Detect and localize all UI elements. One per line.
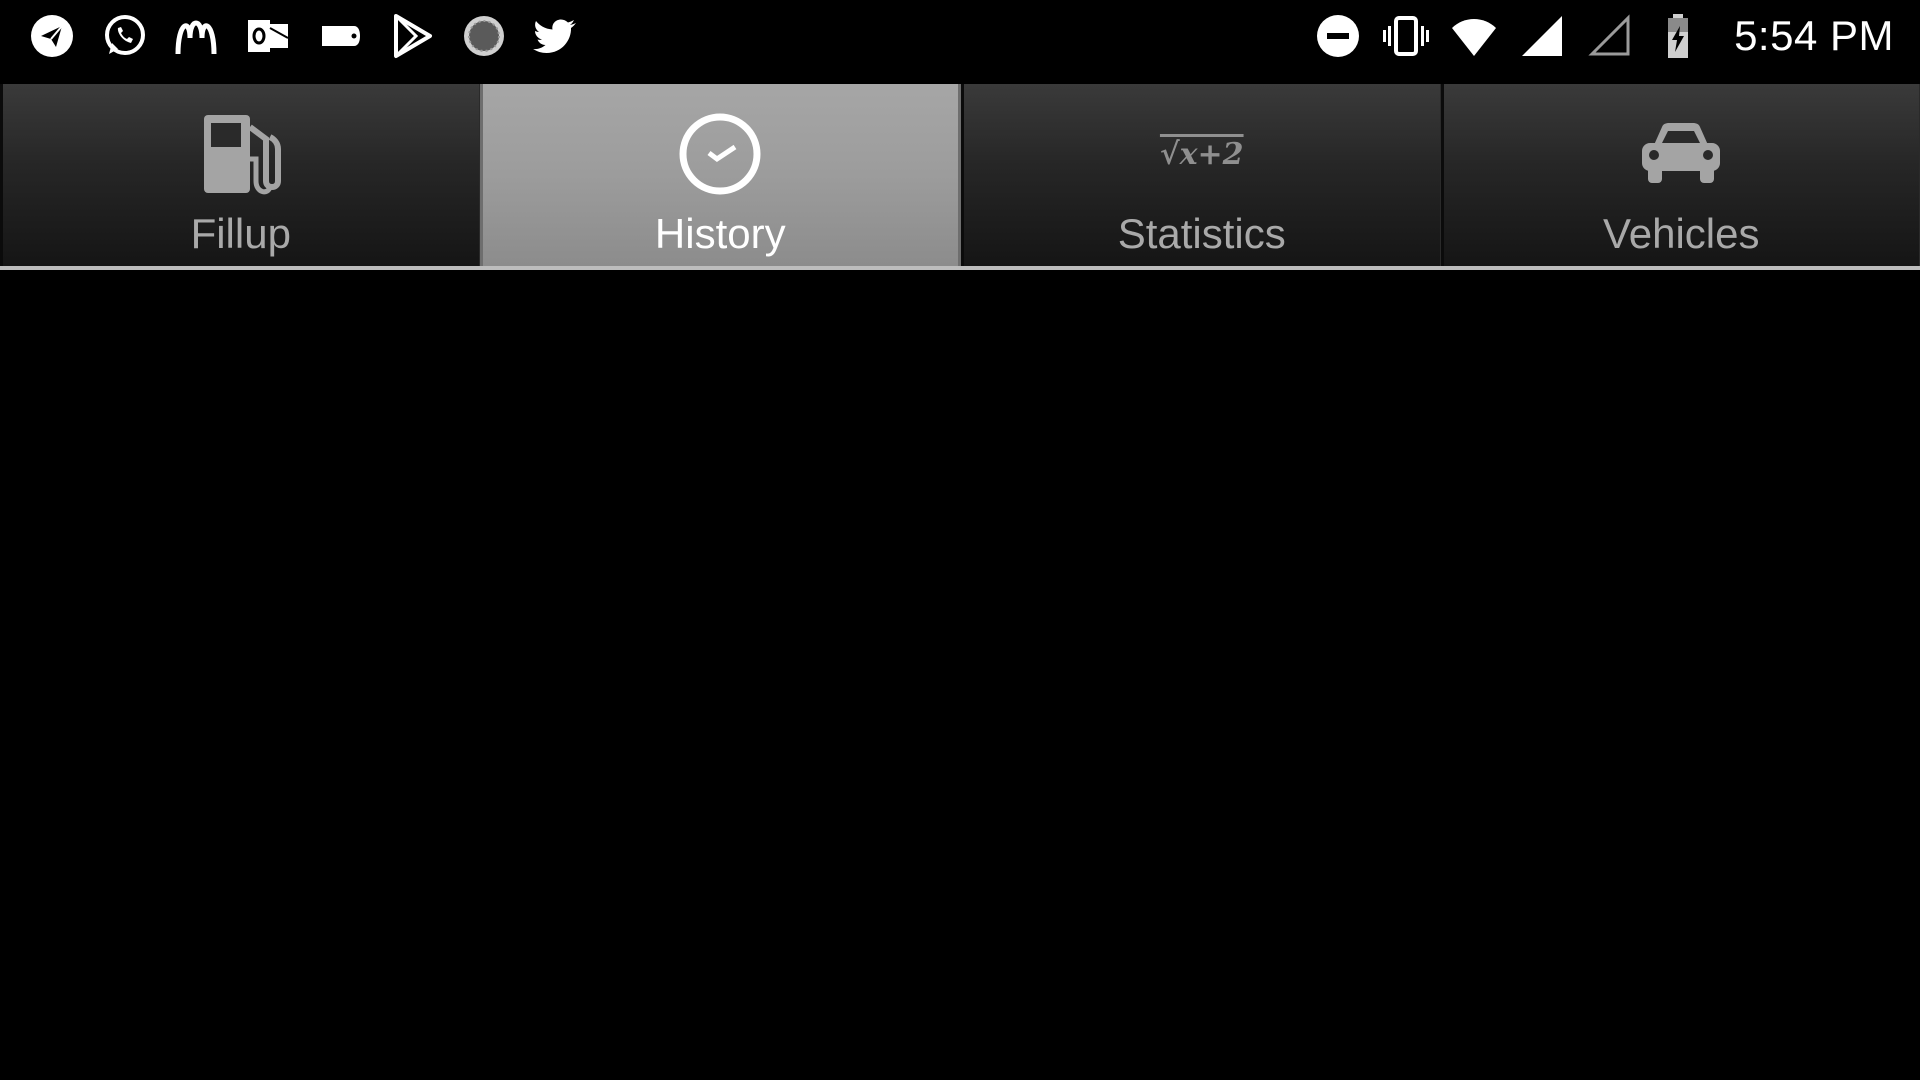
status-clock: 5:54 PM bbox=[1734, 12, 1894, 59]
tab-vehicles-label: Vehicles bbox=[1603, 210, 1760, 257]
tab-statistics-label: Statistics bbox=[1117, 210, 1286, 257]
telegram-icon bbox=[28, 12, 76, 60]
fuel-pump-icon bbox=[191, 104, 291, 204]
play-store-icon bbox=[388, 12, 436, 60]
cell-signal-icon bbox=[1518, 12, 1566, 60]
tab-vehicles[interactable]: Vehicles bbox=[1440, 84, 1920, 266]
tag-icon bbox=[316, 12, 364, 60]
wifi-icon bbox=[1450, 12, 1498, 60]
tab-history[interactable]: History bbox=[479, 84, 961, 266]
sqrt-formula-icon: √x+2 bbox=[1152, 104, 1252, 204]
vibrate-icon bbox=[1382, 12, 1430, 60]
tab-history-label: History bbox=[654, 210, 786, 257]
tab-fillup[interactable]: Fillup bbox=[0, 84, 480, 266]
system-icons: 5:54 PM bbox=[1314, 12, 1894, 60]
tab-fillup-label: Fillup bbox=[190, 210, 291, 257]
screen: 5:54 PM Fillup History √x+2 Statistics V… bbox=[0, 0, 1920, 1080]
car-icon bbox=[1631, 104, 1731, 204]
outlook-icon bbox=[244, 12, 292, 60]
history-content-area bbox=[0, 270, 1920, 1080]
twitter-icon bbox=[532, 12, 580, 60]
notification-icons bbox=[28, 12, 580, 60]
clock-icon bbox=[670, 104, 770, 204]
battery-charging-icon bbox=[1654, 12, 1702, 60]
tab-bar: Fillup History √x+2 Statistics Vehicles bbox=[0, 84, 1920, 270]
tab-statistics[interactable]: √x+2 Statistics bbox=[961, 84, 1441, 266]
status-bar: 5:54 PM bbox=[0, 0, 1920, 84]
loading-circle-icon bbox=[460, 12, 508, 60]
sqrt-formula-text: √x+2 bbox=[1159, 136, 1244, 172]
cell-signal-empty-icon bbox=[1586, 12, 1634, 60]
mcdonalds-icon bbox=[172, 12, 220, 60]
whatsapp-icon bbox=[100, 12, 148, 60]
do-not-disturb-icon bbox=[1314, 12, 1362, 60]
